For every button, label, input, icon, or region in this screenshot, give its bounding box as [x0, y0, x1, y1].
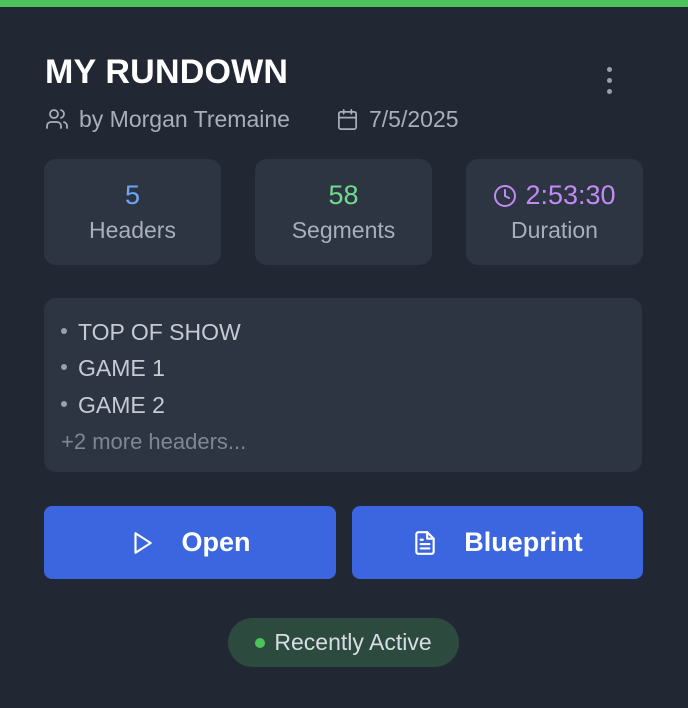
- stat-segments: 58 Segments: [255, 159, 432, 265]
- open-button[interactable]: Open: [44, 506, 336, 579]
- stat-headers-label: Headers: [89, 217, 176, 243]
- headers-preview: TOP OF SHOW GAME 1 GAME 2 +2 more header…: [44, 298, 642, 472]
- stat-duration-label: Duration: [511, 217, 598, 243]
- stat-duration-value: 2:53:30: [525, 180, 616, 210]
- more-options-button[interactable]: [596, 64, 624, 98]
- author-meta: by Morgan Tremaine: [45, 104, 290, 134]
- clock-icon: [494, 184, 517, 207]
- play-icon: [134, 531, 153, 554]
- more-vertical-icon: [607, 67, 612, 72]
- header-item-label: GAME 2: [78, 392, 165, 418]
- calendar-icon: [338, 108, 357, 130]
- blueprint-button[interactable]: Blueprint: [352, 506, 643, 579]
- header-item: GAME 1: [61, 354, 165, 382]
- stat-headers-value: 5: [124, 180, 141, 210]
- header-item: GAME 2: [61, 391, 165, 419]
- more-headers-text: +2 more headers...: [61, 429, 247, 454]
- rundown-date: 7/5/2025: [369, 105, 459, 132]
- stat-duration: 2:53:30 Duration: [466, 159, 643, 265]
- header-item: TOP OF SHOW: [61, 318, 241, 346]
- status-label: Recently Active: [274, 629, 432, 655]
- date-meta: 7/5/2025: [336, 104, 459, 134]
- users-icon: [46, 109, 68, 129]
- blueprint-button-label: Blueprint: [464, 527, 583, 557]
- document-icon: [415, 530, 435, 555]
- open-button-label: Open: [181, 527, 251, 557]
- status-dot: [255, 637, 266, 648]
- header-item-label: TOP OF SHOW: [78, 319, 241, 345]
- rundown-title: MY RUNDOWN: [45, 53, 289, 91]
- status-badge: Recently Active: [228, 618, 459, 667]
- header-item-label: GAME 1: [78, 355, 165, 381]
- stat-segments-value: 58: [328, 180, 359, 210]
- stat-segments-label: Segments: [291, 217, 396, 243]
- card-accent-bar: [0, 0, 688, 7]
- author-name: by Morgan Tremaine: [79, 105, 290, 132]
- stat-headers: 5 Headers: [44, 159, 221, 265]
